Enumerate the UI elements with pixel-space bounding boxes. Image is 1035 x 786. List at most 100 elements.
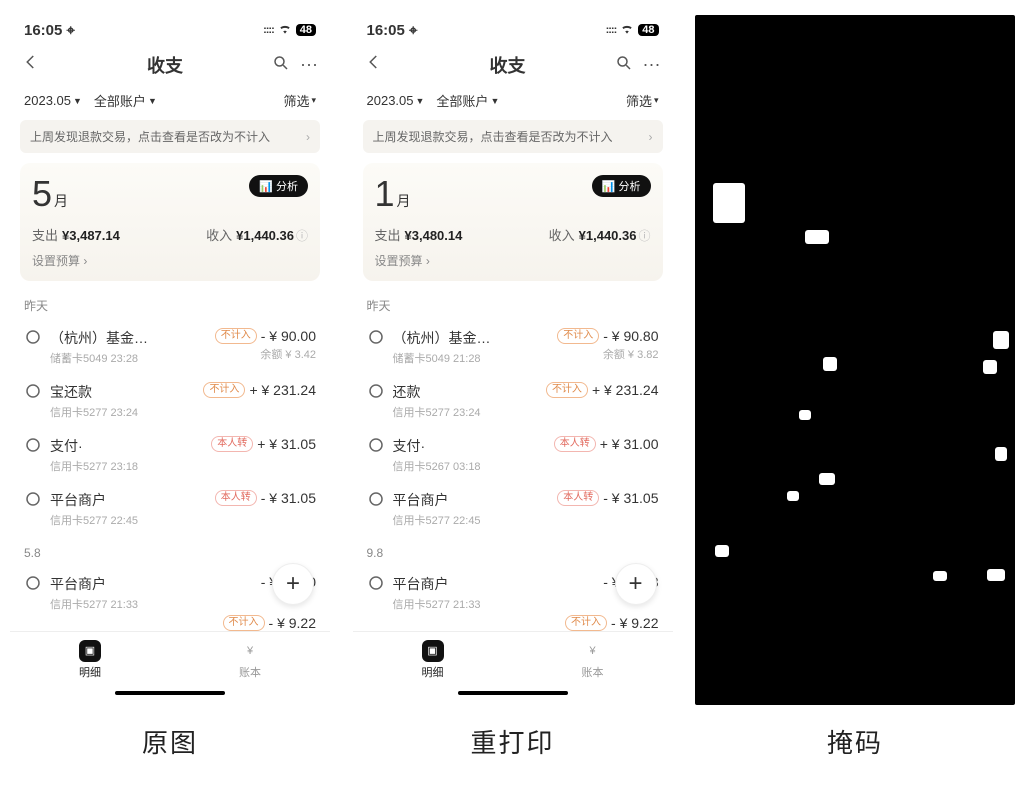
battery-badge: 48 xyxy=(638,24,658,36)
summary-card: 5 月 📊 分析 支出¥3,487.14 收入¥1,440.36ⓘ 设置预算 › xyxy=(20,163,320,281)
notice-text: 上周发现退款交易，点击查看是否改为不计入 xyxy=(373,128,613,145)
signal-icon: :::: xyxy=(606,24,617,36)
notice-text: 上周发现退款交易，点击查看是否改为不计入 xyxy=(30,128,270,145)
nav-detail[interactable]: ▣ 明细 xyxy=(353,632,513,687)
info-icon[interactable]: ⓘ xyxy=(296,229,308,243)
day-header: 昨天 xyxy=(367,297,659,314)
caption-mask: 掩码 xyxy=(827,723,883,760)
transaction-sub: 信用卡5277 23:24 xyxy=(50,404,138,420)
partial-transaction: 不计入- ¥ 9.22 xyxy=(353,611,673,631)
filter-button[interactable]: 筛选▾ xyxy=(283,91,316,110)
mask-blob xyxy=(995,447,1007,461)
expense-value: ¥3,480.14 xyxy=(405,228,463,243)
transaction-list[interactable]: 昨天 （杭州）基金…储蓄卡5049 23:28不计入- ¥ 90.00余额 ¥ 3… xyxy=(10,287,330,611)
refund-notice[interactable]: 上周发现退款交易，点击查看是否改为不计入 › xyxy=(20,120,320,153)
filter-row: 2023.05▼ 全部账户▼ 筛选▾ xyxy=(10,85,330,116)
merchant-icon xyxy=(367,436,385,454)
home-indicator xyxy=(10,687,330,705)
transaction-sub: 储蓄卡5049 21:28 xyxy=(393,350,491,366)
mask-blob xyxy=(987,569,1005,581)
nav-detail[interactable]: ▣ 明细 xyxy=(10,632,170,687)
income-label: 收入 xyxy=(206,228,232,243)
tag-badge: 本人转 xyxy=(554,436,596,452)
transaction-row[interactable]: 宝还款信用卡5277 23:24 不计入+ ¥ 231.24 xyxy=(24,374,316,428)
month-dropdown[interactable]: 2023.05▼ xyxy=(24,93,82,108)
ledger-icon: ¥ xyxy=(582,640,604,662)
search-icon[interactable] xyxy=(272,54,290,77)
transaction-title: 宝还款 xyxy=(50,382,138,402)
back-button[interactable] xyxy=(365,53,415,77)
caption-reprint: 重打印 xyxy=(470,723,554,760)
day-header: 9.8 xyxy=(367,546,659,560)
transaction-row[interactable]: 支付·信用卡5277 23:18本人转+ ¥ 31.05 xyxy=(24,428,316,482)
transaction-title: 支付· xyxy=(50,436,138,456)
transaction-list[interactable]: 昨天 （杭州）基金…储蓄卡5049 21:28不计入- ¥ 90.80余额 ¥ 3… xyxy=(353,287,673,611)
tag-badge: 不计入 xyxy=(546,382,588,398)
tag-badge: 不计入 xyxy=(203,382,245,398)
transaction-row[interactable]: 支付·信用卡5267 03:18本人转+ ¥ 31.00 xyxy=(367,428,659,482)
transaction-row[interactable]: 平台商户信用卡5277 22:45本人转- ¥ 31.05 xyxy=(367,482,659,536)
search-icon[interactable] xyxy=(615,54,633,77)
filter-button[interactable]: 筛选▾ xyxy=(626,91,659,110)
transaction-title: 平台商户 xyxy=(393,490,481,510)
budget-link[interactable]: 设置预算 › xyxy=(32,252,308,269)
transaction-amount: + ¥ 231.24 xyxy=(249,382,316,398)
transaction-title: 支付· xyxy=(393,436,481,456)
bottom-nav: ▣ 明细 ¥ 账本 xyxy=(353,631,673,687)
day-header: 昨天 xyxy=(24,297,316,314)
mask-blob xyxy=(823,357,837,371)
mask-blob xyxy=(799,410,811,420)
transaction-row[interactable]: （杭州）基金…储蓄卡5049 23:28不计入- ¥ 90.00余额 ¥ 3.4… xyxy=(24,320,316,374)
transaction-row[interactable]: 还款信用卡5277 23:24不计入+ ¥ 231.24 xyxy=(367,374,659,428)
more-icon[interactable]: ··· xyxy=(300,54,318,77)
page-title: 收支 xyxy=(147,52,183,78)
more-icon[interactable]: ··· xyxy=(643,54,661,77)
battery-badge: 48 xyxy=(296,24,316,36)
merchant-icon xyxy=(367,382,385,400)
info-icon[interactable]: ⓘ xyxy=(638,229,650,243)
mask-blob xyxy=(819,473,835,485)
nav-ledger[interactable]: ¥ 账本 xyxy=(513,632,673,687)
filter-row: 2023.05▼ 全部账户▼ 筛选▾ xyxy=(353,85,673,116)
transaction-amount: - ¥ 90.80 xyxy=(603,328,658,344)
month-number: 1 xyxy=(375,173,395,215)
expense-label: 支出 xyxy=(375,228,401,243)
header: 收支 ··· xyxy=(10,45,330,85)
budget-link[interactable]: 设置预算 › xyxy=(375,252,651,269)
transaction-row[interactable]: （杭州）基金…储蓄卡5049 21:28不计入- ¥ 90.80余额 ¥ 3.8… xyxy=(367,320,659,374)
merchant-icon xyxy=(24,328,42,346)
transaction-sub: 信用卡5277 23:24 xyxy=(393,404,481,420)
chevron-right-icon: › xyxy=(306,130,310,144)
transaction-sub: 信用卡5277 21:33 xyxy=(393,596,481,611)
wifi-icon xyxy=(278,22,292,39)
mask-blob xyxy=(715,545,729,557)
analysis-pill[interactable]: 📊 分析 xyxy=(592,175,651,197)
month-number: 5 xyxy=(32,173,52,215)
status-bar: 16:05 ⌖ :::: 48 xyxy=(10,15,330,45)
month-dropdown[interactable]: 2023.05▼ xyxy=(367,93,425,108)
transaction-sub: 信用卡5267 03:18 xyxy=(393,458,481,474)
transaction-row[interactable]: 平台商户信用卡5277 22:45本人转- ¥ 31.05 xyxy=(24,482,316,536)
transaction-amount: - ¥ 9.22 xyxy=(611,615,658,631)
merchant-icon xyxy=(24,490,42,508)
merchant-icon xyxy=(367,490,385,508)
analysis-pill[interactable]: 📊 分析 xyxy=(249,175,308,197)
account-dropdown[interactable]: 全部账户▼ xyxy=(94,91,157,110)
nav-ledger[interactable]: ¥ 账本 xyxy=(170,632,330,687)
transaction-amount: - ¥ 9.22 xyxy=(269,615,316,631)
mask-blob xyxy=(805,230,829,244)
mask-blob xyxy=(983,360,997,374)
transaction-sub: 信用卡5277 21:33 xyxy=(50,596,138,611)
account-dropdown[interactable]: 全部账户▼ xyxy=(436,91,499,110)
page-title: 收支 xyxy=(490,52,526,78)
merchant-icon xyxy=(24,382,42,400)
tag-badge: 本人转 xyxy=(215,490,257,506)
refund-notice[interactable]: 上周发现退款交易，点击查看是否改为不计入 › xyxy=(363,120,663,153)
add-button[interactable]: + xyxy=(272,563,314,605)
transaction-title: 平台商户 xyxy=(50,490,138,510)
status-time: 16:05 ⌖ xyxy=(367,22,418,39)
phone-reprint: 16:05 ⌖ :::: 48 收支 ··· 2023.05▼ 全部账户▼ 筛选… xyxy=(353,15,673,705)
add-button[interactable]: + xyxy=(615,563,657,605)
back-button[interactable] xyxy=(22,53,72,77)
detail-icon: ▣ xyxy=(422,640,444,662)
